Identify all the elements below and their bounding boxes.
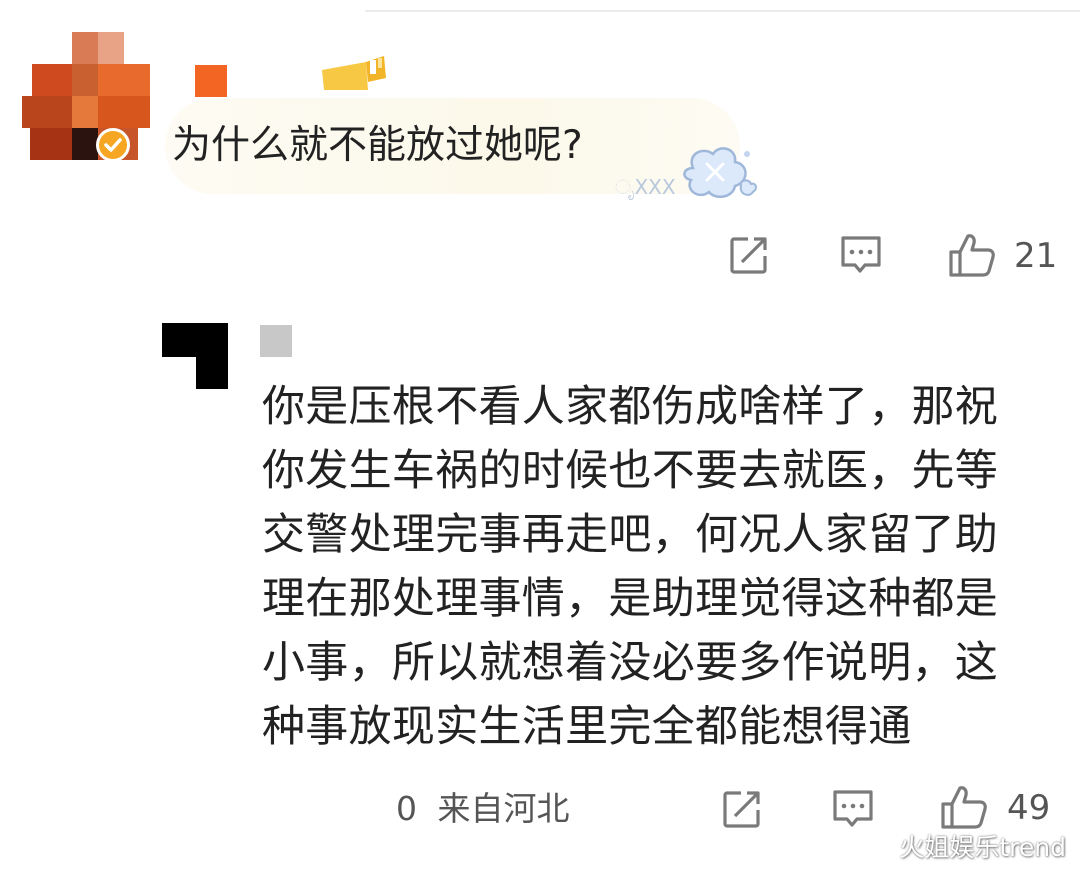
share-icon[interactable]	[728, 234, 770, 280]
avatar-pixel	[72, 96, 98, 128]
commenter-avatar[interactable]	[22, 32, 150, 160]
comment-actions: 21	[728, 234, 1058, 282]
reply-actions: 49	[721, 786, 1061, 836]
top-divider	[365, 10, 1080, 12]
comment-icon[interactable]	[839, 234, 883, 280]
share-icon[interactable]	[721, 788, 763, 834]
avatar-pixel	[32, 64, 72, 96]
avatar-pixel	[22, 96, 72, 128]
user-level-badge-icon	[320, 50, 390, 96]
avatar-pixel	[30, 128, 72, 160]
comment-icon[interactable]	[831, 788, 875, 834]
thumbs-up-icon[interactable]	[940, 784, 988, 834]
reply-location: 来自河北	[437, 789, 570, 828]
avatar-pixel	[98, 64, 150, 96]
reply-text: 你是压根不看人家都伤成啥样了，那祝你发生车祸的时候也不要去就医，先等交警处理完事…	[262, 382, 999, 752]
cloud-sticker-icon: ೃXXX	[615, 140, 765, 205]
verified-badge-icon	[96, 128, 130, 162]
avatar-pixel	[72, 128, 98, 160]
comment-text: 为什么就不能放过她呢?	[172, 123, 583, 168]
thumbs-up-icon[interactable]	[948, 232, 996, 282]
avatar-pixel	[162, 323, 228, 357]
reply-count[interactable]: 0	[396, 789, 417, 828]
avatar-pixel	[72, 32, 98, 64]
avatar-pixel	[72, 64, 98, 96]
watermark: 火姐娱乐trend	[899, 833, 1066, 862]
commenter-username[interactable]	[195, 65, 227, 97]
like-count: 21	[1014, 236, 1058, 276]
replier-username[interactable]	[260, 325, 292, 357]
reply-meta: 0 来自河北	[396, 785, 570, 833]
avatar-pixel	[98, 32, 124, 64]
sticker-text: ೃXXX	[615, 175, 676, 200]
like-count: 49	[1007, 788, 1051, 828]
avatar-pixel	[196, 357, 228, 389]
replier-avatar[interactable]	[162, 323, 228, 389]
avatar-pixel	[98, 96, 150, 128]
